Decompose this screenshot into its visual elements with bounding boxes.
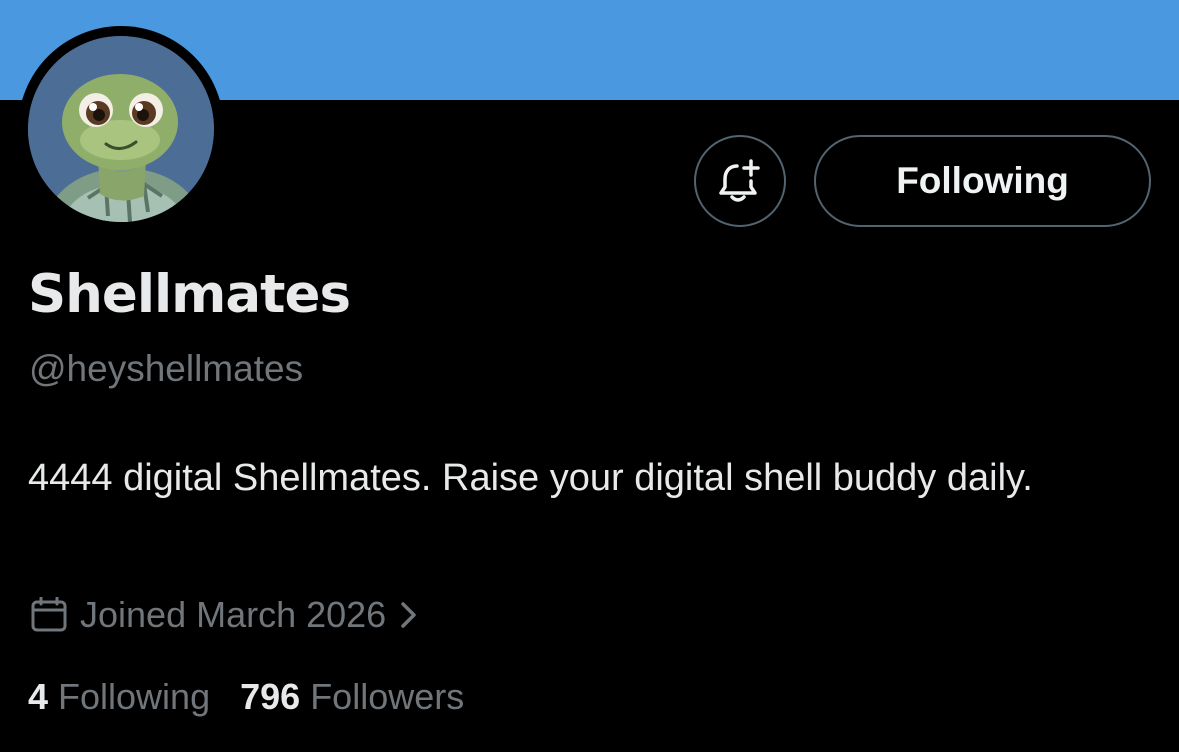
joined-date-text: Joined March 2026: [80, 594, 387, 635]
turtle-avatar-image: [28, 36, 214, 222]
calendar-icon: [30, 597, 68, 633]
following-count: 4: [28, 676, 49, 717]
bell-plus-icon: [719, 159, 760, 202]
display-name: Shellmates: [28, 264, 351, 325]
profile-bio: 4444 digital Shellmates. Raise your digi…: [28, 457, 1033, 499]
notify-bell-button[interactable]: [694, 135, 786, 227]
following-label: Following: [58, 676, 211, 717]
joined-date-row[interactable]: Joined March 2026: [30, 590, 418, 640]
chevron-right-icon: [400, 600, 418, 630]
followers-count: 796: [240, 676, 301, 717]
followers-label: Followers: [310, 676, 465, 717]
following-button[interactable]: Following: [814, 135, 1151, 227]
user-handle: @heyshellmates: [29, 348, 304, 389]
following-count-link[interactable]: 4 Following: [28, 676, 210, 718]
avatar[interactable]: [28, 36, 214, 222]
profile-stats: 4 Following 796 Followers: [28, 676, 464, 718]
followers-count-link[interactable]: 796 Followers: [240, 676, 464, 718]
